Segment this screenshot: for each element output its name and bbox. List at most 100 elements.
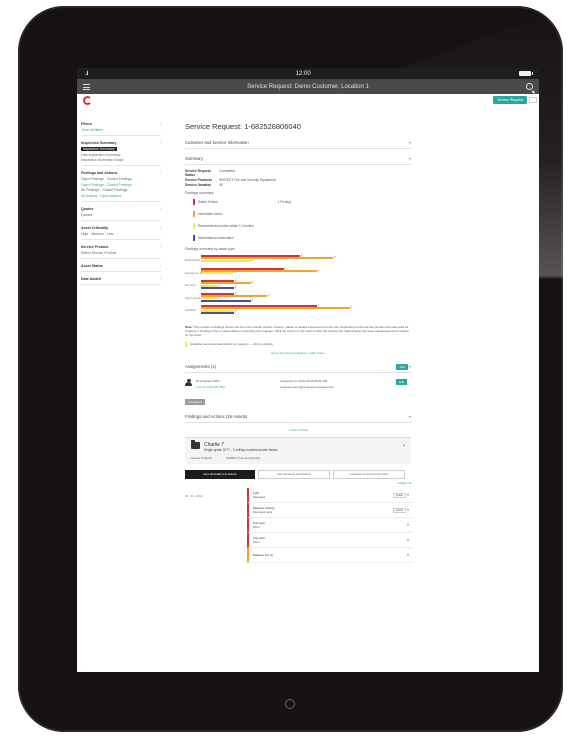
sidebar-group-header[interactable]: Asset Criticality › xyxy=(81,226,161,230)
legend-item[interactable]: Immediate Action xyxy=(193,211,411,217)
summary-section-header[interactable]: Summary ▾ xyxy=(185,153,411,165)
sidebar-item[interactable]: Select Service Product xyxy=(81,251,161,255)
chevron-down-icon[interactable]: ▾ xyxy=(407,552,409,557)
divider xyxy=(81,238,161,240)
legend-label: Informational observation xyxy=(198,236,234,240)
show-all-link[interactable]: Show all recommendations / Hide charts xyxy=(185,351,411,355)
collapse-all-link[interactable]: Collapse all xyxy=(185,482,411,485)
tablet-frame: ..ıl 12:00 Service Request: Demo Custome… xyxy=(18,6,563,732)
view-details-button[interactable]: View all details and actions xyxy=(185,469,255,479)
sidebar-item[interactable]: Open Findings / Closed Findings xyxy=(81,183,161,187)
chevron-down-icon[interactable]: ▾ xyxy=(407,537,409,542)
sidebar-item[interactable]: High · Medium · Low xyxy=(81,232,161,236)
menu-icon[interactable] xyxy=(83,83,90,90)
finding-row[interactable]: Light Damaged Quote ▾ xyxy=(247,487,413,503)
add-assignment-button[interactable]: Add xyxy=(396,363,408,370)
sidebar-group-header[interactable]: Filters › xyxy=(81,122,161,126)
assignment-row: Mr Engineer NEO +44 (0) 1234 567 890 Ass… xyxy=(185,378,411,389)
finding-subtitle: Damaged xyxy=(253,494,266,499)
assignee-phone[interactable]: +44 (0) 1234 567 890 xyxy=(196,385,280,389)
legend-swatch xyxy=(193,211,195,217)
legend-label: Recommended action within 12 months xyxy=(198,224,254,228)
sidebar-item[interactable]: Inspection Summary Graph xyxy=(81,158,161,162)
legend-count: 1 Finding xyxy=(277,200,291,204)
legend-item[interactable]: Informational observation xyxy=(193,235,411,241)
asset-group-buttons: View all details and actions Hide all as… xyxy=(185,469,411,479)
sidebar-group-header[interactable]: Quotes › xyxy=(81,207,161,211)
folder-icon xyxy=(191,440,200,449)
finding-row[interactable]: Test point Worn ▾ xyxy=(247,532,413,548)
finding-row[interactable]: Batteries missing Damaged parts Quote ▾ xyxy=(247,502,413,518)
chevron-right-icon: › xyxy=(159,263,161,268)
summary-section-title: Summary xyxy=(185,156,203,161)
findings-section-title: Findings and Actions (26 Assets) xyxy=(185,413,248,419)
sidebar-item[interactable]: Quotes xyxy=(81,213,161,217)
assignment-details: Assigned on: 03-04-2019 09:42 PM enginee… xyxy=(280,379,390,389)
hide-assets-button[interactable]: Hide all assets and findings xyxy=(258,469,330,479)
sidebar-item[interactable]: Clear all filters xyxy=(81,128,161,132)
legend-swatch xyxy=(193,199,195,205)
finding-text: Test point Worn xyxy=(253,536,265,544)
chevron-down-icon[interactable]: ▾ xyxy=(409,364,411,369)
chart-bar[interactable] xyxy=(201,312,234,315)
sidebar-group-header[interactable]: Findings and Actions › xyxy=(81,171,161,175)
generate-report-button[interactable]: Generate a report for this asset xyxy=(333,469,405,479)
sidebar-group-title: Date Added xyxy=(81,276,101,281)
sidebar-group-title: Filters xyxy=(81,122,92,126)
findings-section-header[interactable]: Findings and Actions (26 Assets) ▾ xyxy=(185,411,411,423)
sidebar-group-header[interactable]: Asset Status › xyxy=(81,264,161,268)
category-label: Fire door xyxy=(185,283,197,287)
chart-bar[interactable] xyxy=(201,259,251,262)
chart-bar[interactable] xyxy=(201,299,251,302)
sidebar-group-title: Asset Criticality xyxy=(81,225,109,230)
recommendation-hint[interactable]: Available recommended actions by categor… xyxy=(185,341,411,347)
chart-bar[interactable] xyxy=(201,272,234,275)
chevron-up-icon[interactable]: ▴ xyxy=(403,442,405,447)
sidebar-group-header[interactable]: Inspection Summary › xyxy=(81,141,161,145)
chart-bar[interactable] xyxy=(201,287,234,290)
bar-value-label: 3 xyxy=(251,258,253,262)
sidebar-item[interactable]: All Findings · Closed Findings xyxy=(81,188,161,192)
chevron-right-icon: › xyxy=(159,276,161,281)
sidebar-group-header[interactable]: Date Added › xyxy=(81,277,161,281)
finding-row[interactable]: Test point Worn ▾ xyxy=(247,517,413,533)
quote-button[interactable]: Quote xyxy=(392,508,406,514)
sidebar-item[interactable]: All Actions · Open Actions xyxy=(81,194,161,198)
quote-button[interactable]: Quote xyxy=(392,493,406,499)
chevron-down-icon[interactable]: ▾ xyxy=(406,507,409,512)
add-finding-link[interactable]: + Add a finding xyxy=(185,428,411,432)
edit-assignment-button[interactable]: Edit xyxy=(396,378,407,385)
app-screen: ..ıl 12:00 Service Request: Demo Custome… xyxy=(77,68,539,672)
sidebar-group-title: Service Product xyxy=(81,244,109,249)
nav-title: Service Request: Demo Customer, Location… xyxy=(247,83,369,90)
assignments-header: Assignments (1) Add ▾ xyxy=(185,361,411,373)
finding-row[interactable]: Batteries low (1) ▾ xyxy=(247,547,413,563)
customer-section-title: Customer and Service Information xyxy=(185,140,249,145)
legend-swatch xyxy=(193,235,195,241)
more-options-button[interactable] xyxy=(529,97,537,103)
sidebar-group: Service Product › Select Service Product xyxy=(81,245,161,259)
home-button[interactable] xyxy=(285,699,295,709)
sidebar-item[interactable]: Open Findings · Closed Findings xyxy=(81,177,161,181)
person-icon xyxy=(185,378,192,386)
finding-text: Batteries low (1) xyxy=(253,553,273,557)
bar-value-label: 9 xyxy=(350,306,352,310)
sidebar-item[interactable]: Inspection Summary xyxy=(81,147,117,151)
sidebar-item[interactable]: Last Inspection Summary xyxy=(81,153,161,157)
finding-subtitle: Worn xyxy=(253,539,260,544)
asset-group-header[interactable]: Charlie 7 Single grade 2077 - 3 ceiling … xyxy=(191,440,405,452)
bar-value-label: 2 xyxy=(235,311,237,315)
new-service-request-button[interactable]: Service Request xyxy=(493,96,527,104)
asset-group-meta: Service Products INSPECT Fire and Securi… xyxy=(191,456,405,460)
finding-actions: Quote ▾ xyxy=(392,507,409,514)
chevron-down-icon[interactable]: ▾ xyxy=(407,522,409,527)
sidebar-group-header[interactable]: Service Product › xyxy=(81,245,161,249)
legend-item[interactable]: Safety Critical 1 Finding xyxy=(193,199,411,205)
chevron-down-icon[interactable]: ▾ xyxy=(406,492,409,497)
finding-actions: Quote ▾ xyxy=(392,492,409,499)
finding-date: 03 - 04 - 2019 xyxy=(185,493,203,498)
search-icon[interactable] xyxy=(525,83,533,90)
assignee-email[interactable]: engineer.name@company-example.com xyxy=(280,385,390,389)
legend-item[interactable]: Recommended action within 12 months xyxy=(193,223,411,229)
customer-section-header[interactable]: Customer and Service Information ▾ xyxy=(185,137,411,149)
